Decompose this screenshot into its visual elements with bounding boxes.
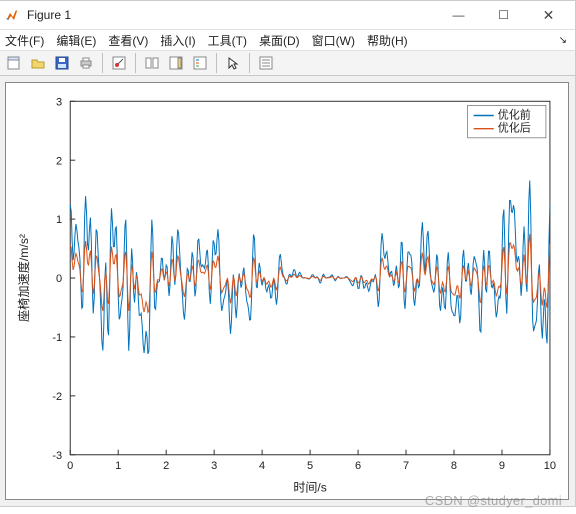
svg-text:优化前: 优化前 (498, 107, 531, 121)
print-button[interactable] (75, 52, 97, 74)
y-axis-label: 座椅加速度/m/s² (16, 234, 31, 322)
svg-text:4: 4 (259, 459, 265, 471)
menu-tools[interactable]: 工具(T) (208, 32, 247, 49)
svg-text:-2: -2 (52, 390, 62, 402)
legend-button[interactable] (189, 52, 211, 74)
svg-text:10: 10 (544, 459, 556, 471)
maximize-button[interactable]: ☐ (481, 1, 526, 29)
svg-text:-1: -1 (52, 331, 62, 343)
svg-text:1: 1 (115, 459, 121, 471)
svg-text:8: 8 (451, 459, 457, 471)
menu-desk[interactable]: 桌面(D) (259, 32, 300, 49)
inspector-button[interactable] (255, 52, 277, 74)
close-button[interactable]: ✕ (526, 1, 571, 29)
svg-text:3: 3 (56, 96, 62, 108)
menu-edit[interactable]: 编辑(E) (56, 32, 96, 49)
menu-view[interactable]: 查看(V) (108, 32, 148, 49)
svg-text:0: 0 (67, 459, 73, 471)
svg-text:9: 9 (499, 459, 505, 471)
figure-panel: 0 1 2 3 4 5 6 7 8 9 10 -3 -2 -1 0 1 2 3 时间/s 座椅加速度/m/s² 优化前优… (5, 82, 569, 500)
matlab-icon (3, 6, 21, 24)
menu-window[interactable]: 窗口(W) (312, 32, 355, 49)
svg-text:2: 2 (163, 459, 169, 471)
pointer-button[interactable] (222, 52, 244, 74)
brush-button[interactable] (108, 52, 130, 74)
svg-text:6: 6 (355, 459, 361, 471)
svg-text:0: 0 (56, 273, 62, 285)
title-bar: Figure 1 — ☐ ✕ (0, 1, 575, 30)
menu-overflow-icon[interactable]: ↘ (559, 35, 567, 46)
new-figure-button[interactable] (3, 52, 25, 74)
toolbar (0, 51, 575, 76)
minimize-button[interactable]: — (436, 1, 481, 29)
svg-text:2: 2 (56, 155, 62, 167)
x-axis-label: 时间/s (293, 480, 326, 494)
svg-text:5: 5 (307, 459, 313, 471)
svg-text:-3: -3 (52, 449, 62, 461)
open-button[interactable] (27, 52, 49, 74)
svg-text:3: 3 (211, 459, 217, 471)
svg-text:1: 1 (56, 214, 62, 226)
client-area: 0 1 2 3 4 5 6 7 8 9 10 -3 -2 -1 0 1 2 3 时间/s 座椅加速度/m/s² 优化前优… (0, 76, 575, 506)
colorbar-button[interactable] (165, 52, 187, 74)
menu-bar: 文件(F) 编辑(E) 查看(V) 插入(I) 工具(T) 桌面(D) 窗口(W… (0, 30, 575, 51)
menu-help[interactable]: 帮助(H) (367, 32, 408, 49)
linked-button[interactable] (141, 52, 163, 74)
axes[interactable]: 0 1 2 3 4 5 6 7 8 9 10 -3 -2 -1 0 1 2 3 时间/s 座椅加速度/m/s² 优化前优… (6, 83, 568, 499)
menu-insert[interactable]: 插入(I) (160, 32, 195, 49)
menu-file[interactable]: 文件(F) (5, 32, 44, 49)
svg-text:7: 7 (403, 459, 409, 471)
window-title: Figure 1 (27, 8, 436, 22)
save-button[interactable] (51, 52, 73, 74)
svg-text:优化后: 优化后 (498, 120, 531, 134)
figure-window: Figure 1 — ☐ ✕ 文件(F) 编辑(E) 查看(V) 插入(I) 工… (0, 0, 576, 507)
